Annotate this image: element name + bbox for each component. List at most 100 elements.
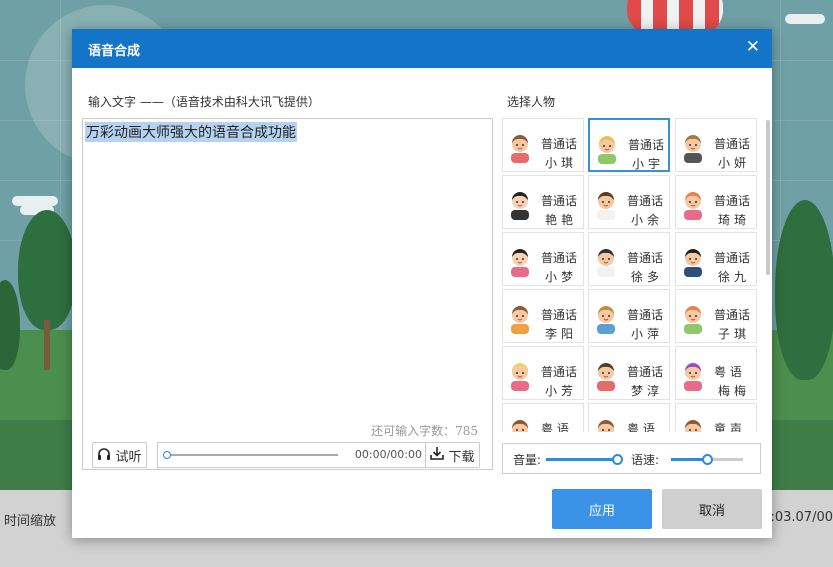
character-card[interactable]: 普通话 琦琦 [675, 175, 757, 229]
speed-label: 语速: [631, 453, 660, 467]
avatar-icon [511, 363, 529, 391]
character-name: 小梦 [545, 270, 578, 284]
character-name: 李阳 [545, 327, 578, 341]
character-language: 普通话 [714, 308, 751, 322]
character-card[interactable]: 粤 语 [588, 403, 670, 432]
download-button[interactable]: 下载 [425, 442, 480, 468]
avatar-icon [512, 420, 528, 432]
character-language: 粤 语 [541, 422, 569, 432]
character-list: 普通话 小琪 普通话 小宇 普通话 小妍 普通话 艳艳 普通话 小余 普通话 琦琦 普通话 小梦 普通话 徐多… [502, 118, 771, 432]
character-card[interactable]: 普通话 小余 [588, 175, 670, 229]
tree-shape [18, 210, 76, 330]
try-listen-label: 试听 [115, 449, 142, 465]
character-card[interactable]: 普通话 小梦 [502, 232, 584, 286]
avatar-icon [597, 192, 615, 220]
avatar-icon [684, 192, 702, 220]
character-language: 普通话 [714, 194, 751, 208]
volume-label: 音量: [513, 453, 542, 467]
character-card[interactable]: 粤 语 [502, 403, 584, 432]
character-name: 小萍 [631, 327, 664, 341]
avatar-icon [684, 306, 702, 334]
character-language: 粤 语 [627, 422, 655, 432]
progress-track[interactable] [166, 454, 338, 456]
character-scrollbar[interactable] [766, 120, 770, 275]
character-name: 小宇 [632, 157, 665, 171]
character-language: 童 声 [714, 422, 742, 432]
character-card[interactable]: 普通话 小宇 [588, 118, 670, 172]
download-label: 下载 [448, 449, 475, 465]
character-name: 梦淳 [631, 384, 664, 398]
character-card[interactable]: 普通话 小芳 [502, 346, 584, 400]
character-card[interactable]: 普通话 小妍 [675, 118, 757, 172]
character-label: 选择人物 [507, 95, 556, 109]
character-name: 艳艳 [545, 213, 578, 227]
avatar-icon [597, 306, 615, 334]
cancel-button[interactable]: 取消 [662, 489, 762, 529]
cloud-shape [785, 14, 825, 24]
avatar-icon [511, 249, 529, 277]
avatar-icon [684, 249, 702, 277]
character-name: 徐多 [631, 270, 664, 284]
character-language: 普通话 [541, 308, 578, 322]
player-time: 00:00/00:00 [354, 448, 422, 461]
dialog-title: 语音合成 [88, 44, 141, 59]
character-name: 小琪 [545, 156, 578, 170]
avatar-icon [598, 420, 614, 432]
tree-shape [775, 200, 833, 380]
character-language: 普通话 [541, 137, 578, 151]
character-card[interactable]: 普通话 艳艳 [502, 175, 584, 229]
download-icon [430, 446, 445, 464]
speed-knob[interactable] [702, 454, 713, 465]
avatar-icon [597, 249, 615, 277]
dialog-titlebar: 语音合成 ✕ [72, 29, 772, 68]
avatar-icon [685, 420, 701, 432]
character-name: 小芳 [545, 384, 578, 398]
avatar-icon [684, 135, 702, 163]
character-card[interactable]: 普通话 小萍 [588, 289, 670, 343]
remaining-count: 还可输入字数：785 [371, 424, 478, 438]
close-icon[interactable]: ✕ [746, 37, 760, 57]
character-card[interactable]: 普通话 梦淳 [588, 346, 670, 400]
character-card[interactable]: 普通话 子琪 [675, 289, 757, 343]
character-language: 普通话 [627, 365, 664, 379]
apply-button[interactable]: 应用 [552, 489, 652, 529]
progress-knob[interactable] [163, 451, 171, 459]
avatar-icon [511, 135, 529, 163]
audio-player[interactable]: 00:00/00:00 [157, 442, 429, 468]
avatar-icon [597, 363, 615, 391]
text-input-area[interactable]: 万彩动画大师强大的语音合成功能 还可输入字数：785 [82, 118, 493, 470]
character-name: 小余 [631, 213, 664, 227]
character-card[interactable]: 童 声 [675, 403, 757, 432]
character-language: 普通话 [541, 194, 578, 208]
character-name: 徐九 [718, 270, 751, 284]
character-language: 普通话 [628, 138, 665, 152]
character-language: 普通话 [714, 251, 751, 265]
volume-slider[interactable] [546, 454, 623, 465]
character-name: 子琪 [718, 327, 751, 341]
speech-synthesis-dialog: 语音合成 ✕ 输入文字 ——（语音技术由科大讯飞提供） 万彩动画大师强大的语音合… [72, 29, 772, 538]
try-listen-button[interactable]: 试听 [92, 442, 147, 468]
input-text[interactable]: 万彩动画大师强大的语音合成功能 [85, 122, 297, 142]
time-scale-label: 时间缩放 [4, 514, 57, 529]
input-label: 输入文字 ——（语音技术由科大讯飞提供） [88, 95, 320, 109]
speed-slider[interactable] [671, 454, 743, 465]
character-card[interactable]: 普通话 徐多 [588, 232, 670, 286]
character-language: 普通话 [541, 251, 578, 265]
character-language: 普通话 [627, 251, 664, 265]
character-name: 琦琦 [718, 213, 751, 227]
character-name: 小妍 [718, 156, 751, 170]
character-language: 普通话 [714, 137, 751, 151]
character-language: 普通话 [627, 194, 664, 208]
character-name: 梅梅 [718, 384, 751, 398]
avatar-icon [511, 192, 529, 220]
character-card[interactable]: 普通话 小琪 [502, 118, 584, 172]
character-card[interactable]: 粤 语梅梅 [675, 346, 757, 400]
voice-settings: 音量: 语速: [502, 443, 761, 474]
avatar-icon [684, 363, 702, 391]
character-card[interactable]: 普通话 徐九 [675, 232, 757, 286]
avatar-icon [511, 306, 529, 334]
character-language: 粤 语 [714, 365, 742, 379]
character-card[interactable]: 普通话 李阳 [502, 289, 584, 343]
volume-knob[interactable] [612, 454, 623, 465]
avatar-icon [598, 136, 616, 164]
